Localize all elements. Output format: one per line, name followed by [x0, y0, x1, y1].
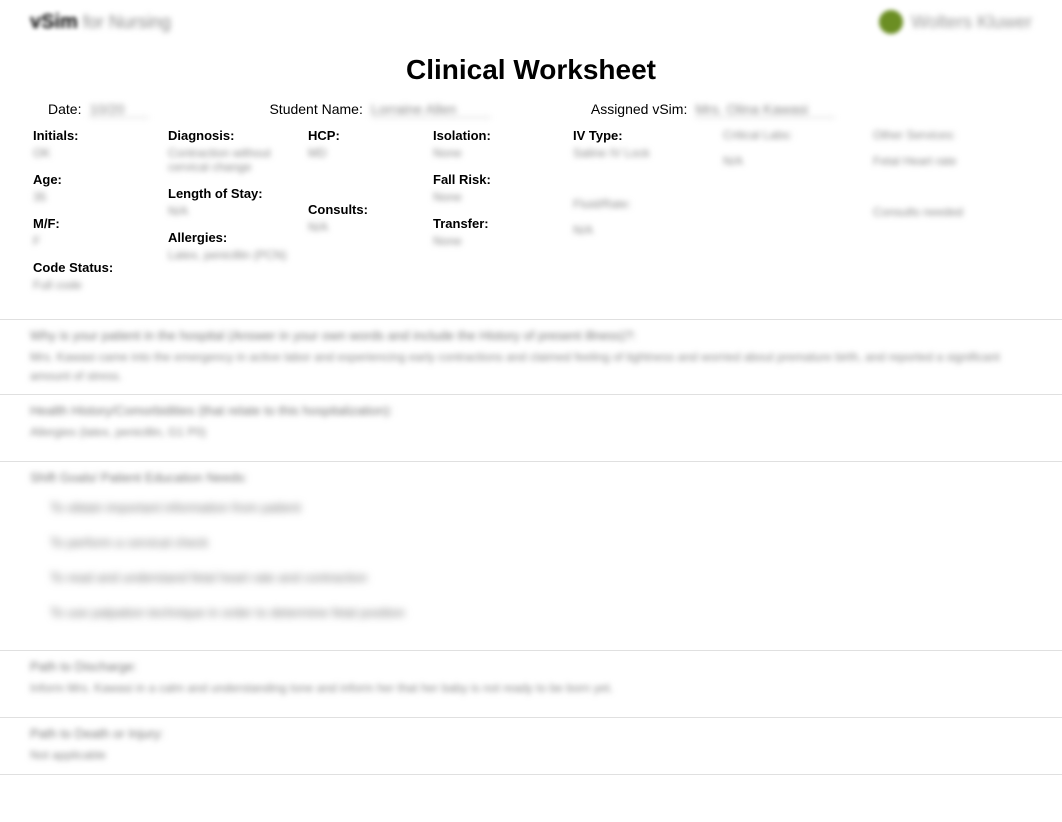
vsim-value: Mrs. Olina Kawasi — [695, 101, 835, 118]
los-label: Length of Stay: — [168, 186, 302, 201]
age-value: 35 — [33, 190, 162, 204]
consults-label: Consults: — [308, 202, 427, 217]
crit-label: Critical Labs: — [723, 128, 867, 142]
info-col-2: Diagnosis: Contraction without cervical … — [165, 123, 305, 309]
student-label: Student Name: — [269, 101, 362, 117]
info-col-3: HCP: MD Consults: N/A — [305, 123, 430, 309]
goal-item: To read and understand fetal heart rate … — [50, 570, 1012, 585]
los-value: N/A — [168, 204, 302, 218]
fallrisk-label: Fall Risk: — [433, 172, 567, 187]
allergies-value: Latex, penicillin (PCN) — [168, 248, 302, 262]
section-discharge-title: Path to Discharge: — [30, 659, 1032, 674]
hcp-label: HCP: — [308, 128, 427, 143]
section-history-body: Allergies (latex, penicillin, G1 P0) — [30, 423, 1032, 453]
info-col-7: Other Services: Fetal Heart rate Consult… — [870, 123, 1040, 309]
top-row: Date: 10/20 Student Name: Lorraine Allen… — [0, 101, 1062, 118]
field-student: Student Name: Lorraine Allen — [269, 101, 490, 118]
other-label: Other Services: — [873, 128, 1037, 142]
logo-left-bold: vSim — [30, 11, 78, 34]
section-why-body: Mrs. Kawasi came into the emergency in a… — [30, 348, 1032, 386]
ivtype-label: IV Type: — [573, 128, 717, 143]
fallrisk-value: None — [433, 190, 567, 204]
section-goals: Shift Goals/ Patient Education Needs: — [0, 462, 1062, 485]
fluid-label: Fluid/Rate: — [573, 197, 717, 211]
info-col-5: IV Type: Saline IV Lock Fluid/Rate: N/A — [570, 123, 720, 309]
initials-value: OK — [33, 146, 162, 160]
date-label: Date: — [48, 101, 81, 117]
goal-item: To use palpation technique in order to d… — [50, 605, 1012, 620]
info-col-6: Critical Labs: N/A — [720, 123, 870, 309]
header: vSim for Nursing Wolters Kluwer — [0, 0, 1062, 44]
other-value: Fetal Heart rate — [873, 154, 1037, 168]
consults2-value: Consults needed — [873, 205, 1037, 219]
diagnosis-label: Diagnosis: — [168, 128, 302, 143]
isolation-value: None — [433, 146, 567, 160]
page-title: Clinical Worksheet — [0, 54, 1062, 86]
transfer-label: Transfer: — [433, 216, 567, 231]
goal-item: To perform a cervical check — [50, 535, 1012, 550]
wolters-kluwer-icon — [879, 10, 903, 34]
logo-right-text: Wolters Kluwer — [911, 12, 1032, 33]
goal-item: To obtain important information from pat… — [50, 500, 1012, 515]
fluid-value: N/A — [573, 223, 717, 237]
field-date: Date: 10/20 — [48, 101, 149, 118]
logo-left-light: for Nursing — [83, 12, 171, 33]
info-col-1: Initials: OK Age: 35 M/F: F Code Status:… — [30, 123, 165, 309]
student-value: Lorraine Allen — [371, 101, 491, 118]
mf-label: M/F: — [33, 216, 162, 231]
info-grid: Initials: OK Age: 35 M/F: F Code Status:… — [0, 118, 1062, 320]
section-death-body: Not applicable — [30, 746, 1032, 766]
initials-label: Initials: — [33, 128, 162, 143]
diagnosis-value: Contraction without cervical change — [168, 146, 302, 174]
logo-left: vSim for Nursing — [30, 11, 171, 34]
allergies-label: Allergies: — [168, 230, 302, 245]
ivtype-value: Saline IV Lock — [573, 146, 717, 160]
vsim-label: Assigned vSim: — [591, 101, 687, 117]
section-history-title: Health History/Comorbidities (that relat… — [30, 403, 1032, 418]
consults-value: N/A — [308, 220, 427, 234]
field-vsim: Assigned vSim: Mrs. Olina Kawasi — [591, 101, 835, 118]
section-death-title: Path to Death or Injury: — [30, 726, 1032, 741]
section-history: Health History/Comorbidities (that relat… — [0, 395, 1062, 462]
date-value: 10/20 — [89, 101, 149, 118]
hcp-value: MD — [308, 146, 427, 160]
section-death: Path to Death or Injury: Not applicable — [0, 718, 1062, 775]
section-why-title: Why is your patient in the hospital (Ans… — [30, 328, 1032, 343]
code-label: Code Status: — [33, 260, 162, 275]
section-why: Why is your patient in the hospital (Ans… — [0, 320, 1062, 395]
transfer-value: None — [433, 234, 567, 248]
code-value: Full code — [33, 278, 162, 292]
section-goals-title: Shift Goals/ Patient Education Needs: — [30, 470, 1032, 485]
mf-value: F — [33, 234, 162, 248]
logo-right: Wolters Kluwer — [879, 10, 1032, 34]
isolation-label: Isolation: — [433, 128, 567, 143]
section-discharge: Path to Discharge: Inform Mrs. Kawasi in… — [0, 651, 1062, 718]
goals-list: To obtain important information from pat… — [0, 490, 1062, 651]
age-label: Age: — [33, 172, 162, 187]
crit-value: N/A — [723, 154, 867, 168]
info-col-4: Isolation: None Fall Risk: None Transfer… — [430, 123, 570, 309]
section-discharge-body: Inform Mrs. Kawasi in a calm and underst… — [30, 679, 1032, 709]
